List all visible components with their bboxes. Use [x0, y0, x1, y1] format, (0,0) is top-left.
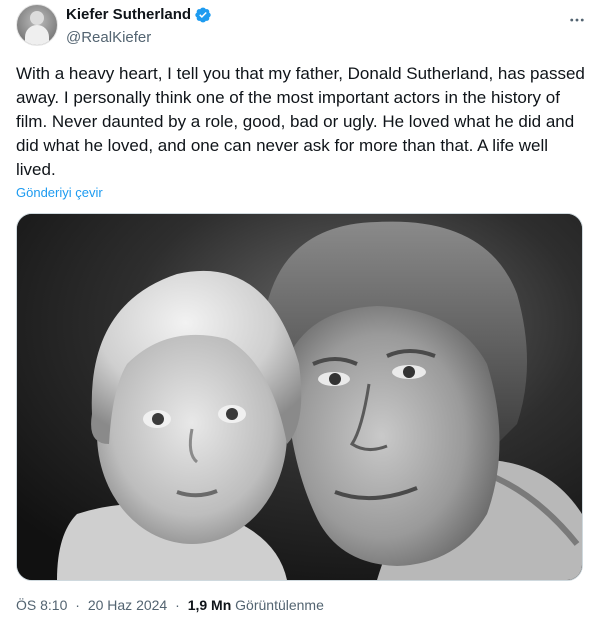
timestamp-time[interactable]: ÖS 8:10 — [16, 597, 67, 613]
view-label: Görüntülenme — [235, 597, 324, 613]
name-row: Kiefer Sutherland — [66, 5, 212, 25]
timestamp-date[interactable]: 20 Haz 2024 — [88, 597, 167, 613]
author-handle[interactable]: @RealKiefer — [66, 28, 212, 48]
avatar[interactable] — [16, 4, 58, 46]
verified-badge-icon[interactable] — [194, 6, 212, 24]
tweet-meta: ÖS 8:10 · 20 Haz 2024 · 1,9 Mn Görüntüle… — [16, 596, 324, 614]
tweet-header: Kiefer Sutherland @RealKiefer — [16, 2, 588, 50]
author-display-name[interactable]: Kiefer Sutherland — [66, 5, 191, 25]
view-count: 1,9 Mn — [187, 597, 232, 613]
avatar-figure-body — [25, 25, 49, 45]
avatar-figure-head — [30, 11, 44, 25]
meta-separator: · — [175, 597, 180, 613]
tweet-card: Kiefer Sutherland @RealKiefer With a hea… — [0, 0, 604, 627]
photo-image — [17, 214, 582, 580]
ellipsis-icon[interactable] — [566, 10, 588, 30]
translate-link[interactable]: Gönderiyi çevir — [16, 185, 103, 201]
author-block: Kiefer Sutherland @RealKiefer — [66, 5, 212, 48]
tweet-text: With a heavy heart, I tell you that my f… — [16, 64, 585, 179]
meta-separator: · — [75, 597, 80, 613]
tweet-photo[interactable] — [16, 213, 583, 581]
